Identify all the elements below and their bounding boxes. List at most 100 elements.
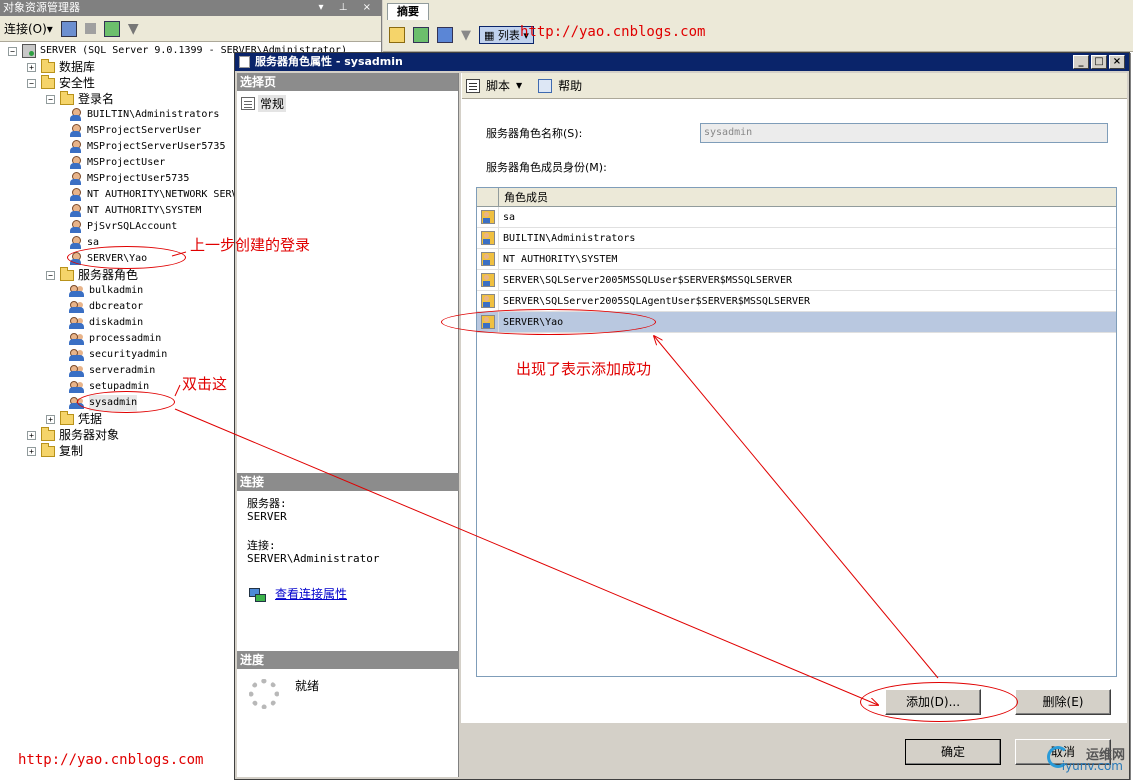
role-name-field: sysadmin [700,123,1108,143]
member-icon-cell [477,290,499,312]
tree-node[interactable]: + 凭据 [46,410,103,427]
sync-icon[interactable] [437,27,453,43]
member-name: sa [503,211,516,223]
member-icon [480,231,495,245]
disconnect-icon[interactable] [60,20,77,37]
collapse-icon[interactable]: − [8,46,17,56]
grid-header-icon-column [477,188,499,206]
view-connection-properties-link[interactable]: 查看连接属性 [275,585,347,602]
collapse-icon[interactable]: − [27,78,36,88]
watermark-line2: iyunv.com [1061,759,1123,773]
role-member-row[interactable]: NT AUTHORITY\SYSTEM [477,248,1116,270]
role-member-row[interactable]: SERVER\SQLServer2005MSSQLUser$SERVER$MSS… [477,269,1116,291]
dialog-left-panel: 选择页 常规 连接 服务器: SERVER 连接: SERVER\Adminis… [237,73,459,777]
expand-icon[interactable]: + [27,430,36,440]
tree-node[interactable]: MSProjectServerUser [69,123,201,139]
server-label: 服务器: [247,497,287,510]
tree-node[interactable]: MSProjectUser5735 [69,171,189,187]
member-name: NT AUTHORITY\SYSTEM [503,253,618,265]
tree-node[interactable]: MSProjectUser [69,155,165,171]
role-icon [69,300,85,314]
folder-icon [41,74,55,89]
collapse-icon[interactable]: − [46,94,55,104]
tree-node-label: processadmin [89,333,162,344]
progress-status: 就绪 [295,679,320,693]
tree-node[interactable]: processadmin [69,331,161,347]
summary-pane-header: 摘要 ▼ ▦ 列表 ▾ [383,0,1133,52]
member-icon [480,210,495,224]
role-icon [69,380,85,394]
help-icon[interactable] [538,78,553,93]
ok-button[interactable]: 确定 [905,739,1001,765]
tree-node-label: 复制 [59,444,84,458]
role-icon [69,348,85,362]
tree-node-label: securityadmin [89,349,168,360]
script-icon[interactable] [466,78,480,93]
tree-node[interactable]: NT AUTHORITY\SYSTEM [69,203,201,219]
chevron-down-icon[interactable]: ▼ [516,81,522,90]
refresh-icon[interactable] [413,27,429,43]
role-icon [69,364,85,378]
tree-node[interactable]: serveradmin [69,363,155,379]
filter-icon[interactable]: ▼ [461,28,471,43]
object-explorer-title-bar: 对象资源管理器 ▾ ⊥ × [0,0,381,16]
tree-node[interactable]: − 登录名 [46,90,114,107]
progress-body: 就绪 [237,669,459,729]
tree-node[interactable]: − 服务器角色 [46,266,139,283]
panel-window-controls[interactable]: ▾ ⊥ × [319,0,377,16]
folder-icon [41,58,55,73]
tree-node-label: 凭据 [78,412,103,426]
close-button[interactable]: × [1109,55,1125,69]
tree-node[interactable]: + 服务器对象 [27,426,119,443]
role-member-row[interactable]: sa [477,206,1116,228]
minimize-button[interactable]: _ [1073,55,1089,69]
object-explorer-title: 对象资源管理器 [3,1,80,14]
folder-icon [41,426,55,441]
annotation-ellipse-member [441,309,656,335]
tree-node[interactable]: BUILTIN\Administrators [69,107,219,123]
grid-header-role-members[interactable]: 角色成员 [499,188,548,206]
stop-icon[interactable] [84,23,96,34]
help-button[interactable]: 帮助 [558,77,582,94]
tree-node[interactable]: NT AUTHORITY\NETWORK SERVICE [69,187,256,203]
expand-icon[interactable]: + [27,62,36,72]
summary-toolbar: ▼ ▦ 列表 ▾ [389,24,534,46]
login-icon [69,172,83,186]
login-icon [69,124,83,138]
connection-properties-icon [249,587,266,602]
select-page-header: 选择页 [237,73,458,91]
expand-icon[interactable]: + [46,414,55,424]
role-members-label: 服务器角色成员身份(M): [486,161,607,174]
remove-button[interactable]: 删除(E) [1015,689,1111,715]
tree-node[interactable]: diskadmin [69,315,143,331]
tree-node[interactable]: − 安全性 [27,74,95,91]
tree-node[interactable]: PjSvrSQLAccount [69,219,177,235]
view-connection-properties[interactable]: 查看连接属性 [249,585,347,602]
annotation-ellipse-add [860,682,1018,722]
filter-icon[interactable]: ▼ [128,21,139,37]
script-button[interactable]: 脚本 [486,77,510,94]
up-folder-icon[interactable] [389,27,405,43]
maximize-button[interactable]: □ [1091,55,1107,69]
role-member-row[interactable]: BUILTIN\Administrators [477,227,1116,249]
member-icon-cell [477,227,499,249]
page-general[interactable]: 常规 [241,95,287,112]
tree-node[interactable]: + 数据库 [27,58,95,75]
member-icon-cell [477,269,499,291]
tree-node-label: 服务器角色 [78,268,139,282]
connect-dropdown[interactable]: 连接(O)▾ [4,20,53,37]
login-icon [69,220,83,234]
refresh-icon[interactable] [103,20,120,37]
tree-node[interactable]: securityadmin [69,347,167,363]
annotation-created-login: 上一步创建的登录 [190,236,311,254]
tree-node[interactable]: bulkadmin [69,283,143,299]
member-name: BUILTIN\Administrators [503,232,636,244]
annotation-added-success: 出现了表示添加成功 [516,360,652,378]
tree-node[interactable]: dbcreator [69,299,143,315]
expand-icon[interactable]: + [27,446,36,456]
tree-node[interactable]: + 复制 [27,442,84,459]
role-members-grid: 角色成员 sa BUILTIN\Administrators NT AUTHORIT… [476,187,1117,677]
tab-summary[interactable]: 摘要 [387,3,429,20]
tree-node[interactable]: MSProjectServerUser5735 [69,139,225,155]
collapse-icon[interactable]: − [46,270,55,280]
